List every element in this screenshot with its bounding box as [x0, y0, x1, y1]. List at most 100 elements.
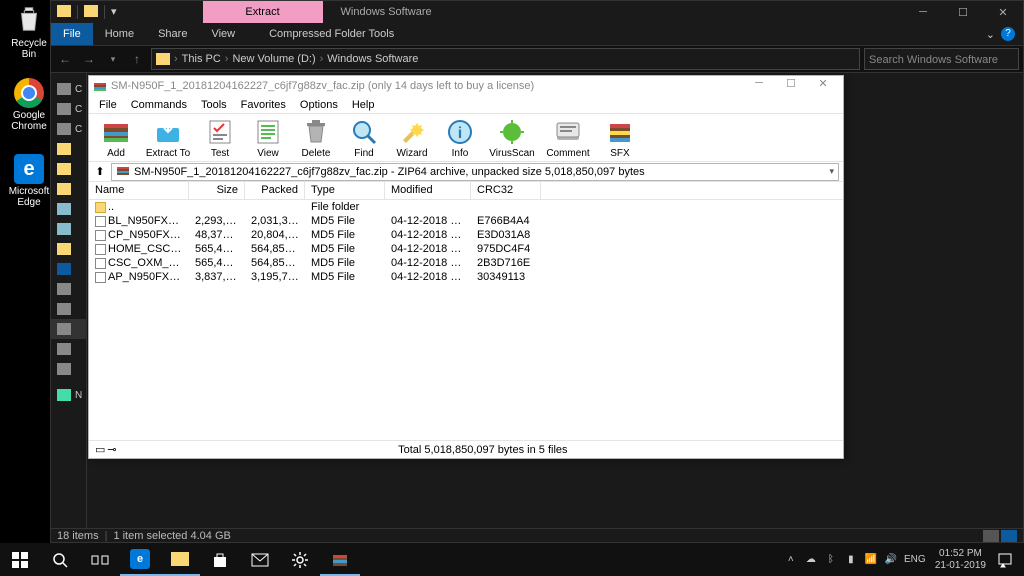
folder-icon — [95, 202, 106, 213]
tool-test[interactable]: Test — [201, 117, 239, 161]
tray-onedrive-icon[interactable]: ☁ — [801, 554, 821, 565]
tool-add[interactable]: Add — [97, 117, 135, 161]
system-tray[interactable]: ˄ ☁ ᛒ ▮ 📶 🔊 ENG 01:52 PM 21-01-2019 — [781, 543, 1024, 576]
taskbar-app-edge[interactable]: e — [120, 543, 160, 576]
crumb-folder[interactable]: Windows Software — [327, 53, 418, 65]
file-row[interactable]: CSC_OXM_N950...565,432,504564,854,228MD5… — [89, 256, 843, 270]
address-bar[interactable]: › This PC › New Volume (D:) › Windows So… — [151, 48, 860, 70]
maximize-button[interactable]: ☐ — [943, 1, 983, 23]
chevron-right-icon[interactable]: › — [320, 53, 324, 65]
menu-options[interactable]: Options — [300, 99, 338, 111]
menu-file[interactable]: File — [99, 99, 117, 111]
col-name[interactable]: Name — [89, 182, 189, 199]
tool-view[interactable]: View — [249, 117, 287, 161]
chevron-right-icon[interactable]: › — [225, 53, 229, 65]
contextual-tab-extract[interactable]: Extract — [203, 1, 323, 23]
explorer-nav-pane[interactable]: C C C N — [51, 73, 87, 528]
show-desktop-button[interactable] — [1018, 543, 1024, 576]
find-icon — [347, 117, 381, 147]
tool-delete[interactable]: Delete — [297, 117, 335, 161]
status-total: Total 5,018,850,097 bytes in 5 files — [123, 444, 843, 456]
drive-icon — [57, 83, 71, 95]
taskbar-app-store[interactable] — [200, 543, 240, 576]
view-details-button[interactable] — [983, 530, 999, 542]
col-size[interactable]: Size — [189, 182, 245, 199]
taskbar[interactable]: e ˄ ☁ ᛒ ▮ 📶 🔊 ENG 01:52 PM 21-01-2019 — [0, 543, 1024, 576]
tray-clock[interactable]: 01:52 PM 21-01-2019 — [929, 548, 992, 572]
nav-back-button[interactable]: ← — [55, 49, 75, 69]
nav-up-button[interactable]: ⬆ — [93, 165, 107, 179]
tray-battery-icon[interactable]: ▮ — [841, 554, 861, 565]
search-button[interactable] — [40, 543, 80, 576]
maximize-button[interactable]: ☐ — [775, 77, 807, 95]
action-center-button[interactable] — [992, 543, 1018, 576]
ribbon-expand-icon[interactable]: ⌄ — [986, 28, 995, 41]
tray-chevron-up-icon[interactable]: ˄ — [781, 554, 801, 565]
view-large-button[interactable] — [1001, 530, 1017, 542]
taskbar-app-explorer[interactable] — [160, 543, 200, 576]
task-view-button[interactable] — [80, 543, 120, 576]
nav-forward-button[interactable]: → — [79, 49, 99, 69]
menu-help[interactable]: Help — [352, 99, 375, 111]
col-modified[interactable]: Modified — [385, 182, 471, 199]
tool-find[interactable]: Find — [345, 117, 383, 161]
taskbar-app-mail[interactable] — [240, 543, 280, 576]
file-row[interactable]: AP_N950FXXS5C...3,837,337,7...3,195,779,… — [89, 270, 843, 284]
col-packed[interactable]: Packed — [245, 182, 305, 199]
close-button[interactable]: ✕ — [807, 77, 839, 95]
menu-tools[interactable]: Tools — [201, 99, 227, 111]
help-icon[interactable]: ? — [1001, 27, 1015, 41]
winrar-titlebar[interactable]: SM-N950F_1_20181204162227_c6jf7g88zv_fac… — [89, 76, 843, 96]
tray-volume-icon[interactable]: 🔊 — [881, 554, 901, 565]
explorer-search-input[interactable]: Search Windows Software — [864, 48, 1019, 70]
tool-comment[interactable]: Comment — [545, 117, 591, 161]
file-list-header[interactable]: Name Size Packed Type Modified CRC32 — [89, 182, 843, 200]
dropdown-icon[interactable]: ▾ — [829, 166, 834, 177]
menu-favorites[interactable]: Favorites — [241, 99, 286, 111]
file-row[interactable]: BL_N950FXXS5C...2,293,9372,031,398MD5 Fi… — [89, 214, 843, 228]
winrar-pathbar: ⬆ SM-N950F_1_20181204162227_c6jf7g88zv_f… — [89, 162, 843, 182]
taskbar-app-winrar[interactable] — [320, 543, 360, 576]
tool-extract-to[interactable]: Extract To — [145, 117, 191, 161]
tray-wifi-icon[interactable]: 📶 — [861, 554, 881, 565]
qat-dropdown-icon[interactable]: ▾ — [111, 5, 117, 19]
archive-path-box[interactable]: SM-N950F_1_20181204162227_c6jf7g88zv_fac… — [111, 163, 839, 181]
file-row[interactable]: ..File folder — [89, 200, 843, 214]
ribbon-tab-compressed-tools[interactable]: Compressed Folder Tools — [257, 23, 406, 45]
folder-icon — [57, 163, 71, 175]
winrar-archive-icon — [116, 163, 130, 180]
tool-sfx[interactable]: SFX — [601, 117, 639, 161]
close-button[interactable]: ✕ — [983, 1, 1023, 23]
ribbon-tab-home[interactable]: Home — [93, 23, 146, 45]
chevron-right-icon[interactable]: › — [174, 53, 178, 65]
ribbon-tab-file[interactable]: File — [51, 23, 93, 45]
start-button[interactable] — [0, 543, 40, 576]
file-row[interactable]: HOME_CSC_OX...565,412,029564,851,608MD5 … — [89, 242, 843, 256]
ribbon-tab-view[interactable]: View — [199, 23, 247, 45]
minimize-button[interactable]: ─ — [743, 77, 775, 95]
nav-up-button[interactable]: ↑ — [127, 49, 147, 69]
label: Microsoft Edge — [4, 186, 54, 208]
tool-wizard[interactable]: Wizard — [393, 117, 431, 161]
col-crc[interactable]: CRC32 — [471, 182, 541, 199]
file-list[interactable]: ..File folderBL_N950FXXS5C...2,293,9372,… — [89, 200, 843, 284]
tray-bluetooth-icon[interactable]: ᛒ — [821, 554, 841, 565]
desktop-icon-chrome[interactable]: Google Chrome — [4, 78, 54, 132]
nav-history-dropdown[interactable]: ▾ — [103, 49, 123, 69]
desktop-icon-edge[interactable]: e Microsoft Edge — [4, 154, 54, 208]
tool-virusscan[interactable]: VirusScan — [489, 117, 535, 161]
crumb-thispc[interactable]: This PC — [182, 53, 221, 65]
desktop-icon-recycle-bin[interactable]: Recycle Bin — [4, 2, 54, 60]
file-row[interactable]: CP_N950FXXU5...48,373,84220,804,747MD5 F… — [89, 228, 843, 242]
taskbar-app-settings[interactable] — [280, 543, 320, 576]
menu-commands[interactable]: Commands — [131, 99, 187, 111]
minimize-button[interactable]: ─ — [903, 1, 943, 23]
col-type[interactable]: Type — [305, 182, 385, 199]
status-selected: 1 item selected 4.04 GB — [113, 530, 230, 542]
explorer-titlebar[interactable]: ▾ Extract Windows Software ─ ☐ ✕ — [51, 1, 1023, 23]
tool-info[interactable]: iInfo — [441, 117, 479, 161]
crumb-volume[interactable]: New Volume (D:) — [232, 53, 315, 65]
ribbon-tab-share[interactable]: Share — [146, 23, 199, 45]
tray-language[interactable]: ENG — [901, 554, 929, 565]
label: Recycle Bin — [4, 38, 54, 60]
